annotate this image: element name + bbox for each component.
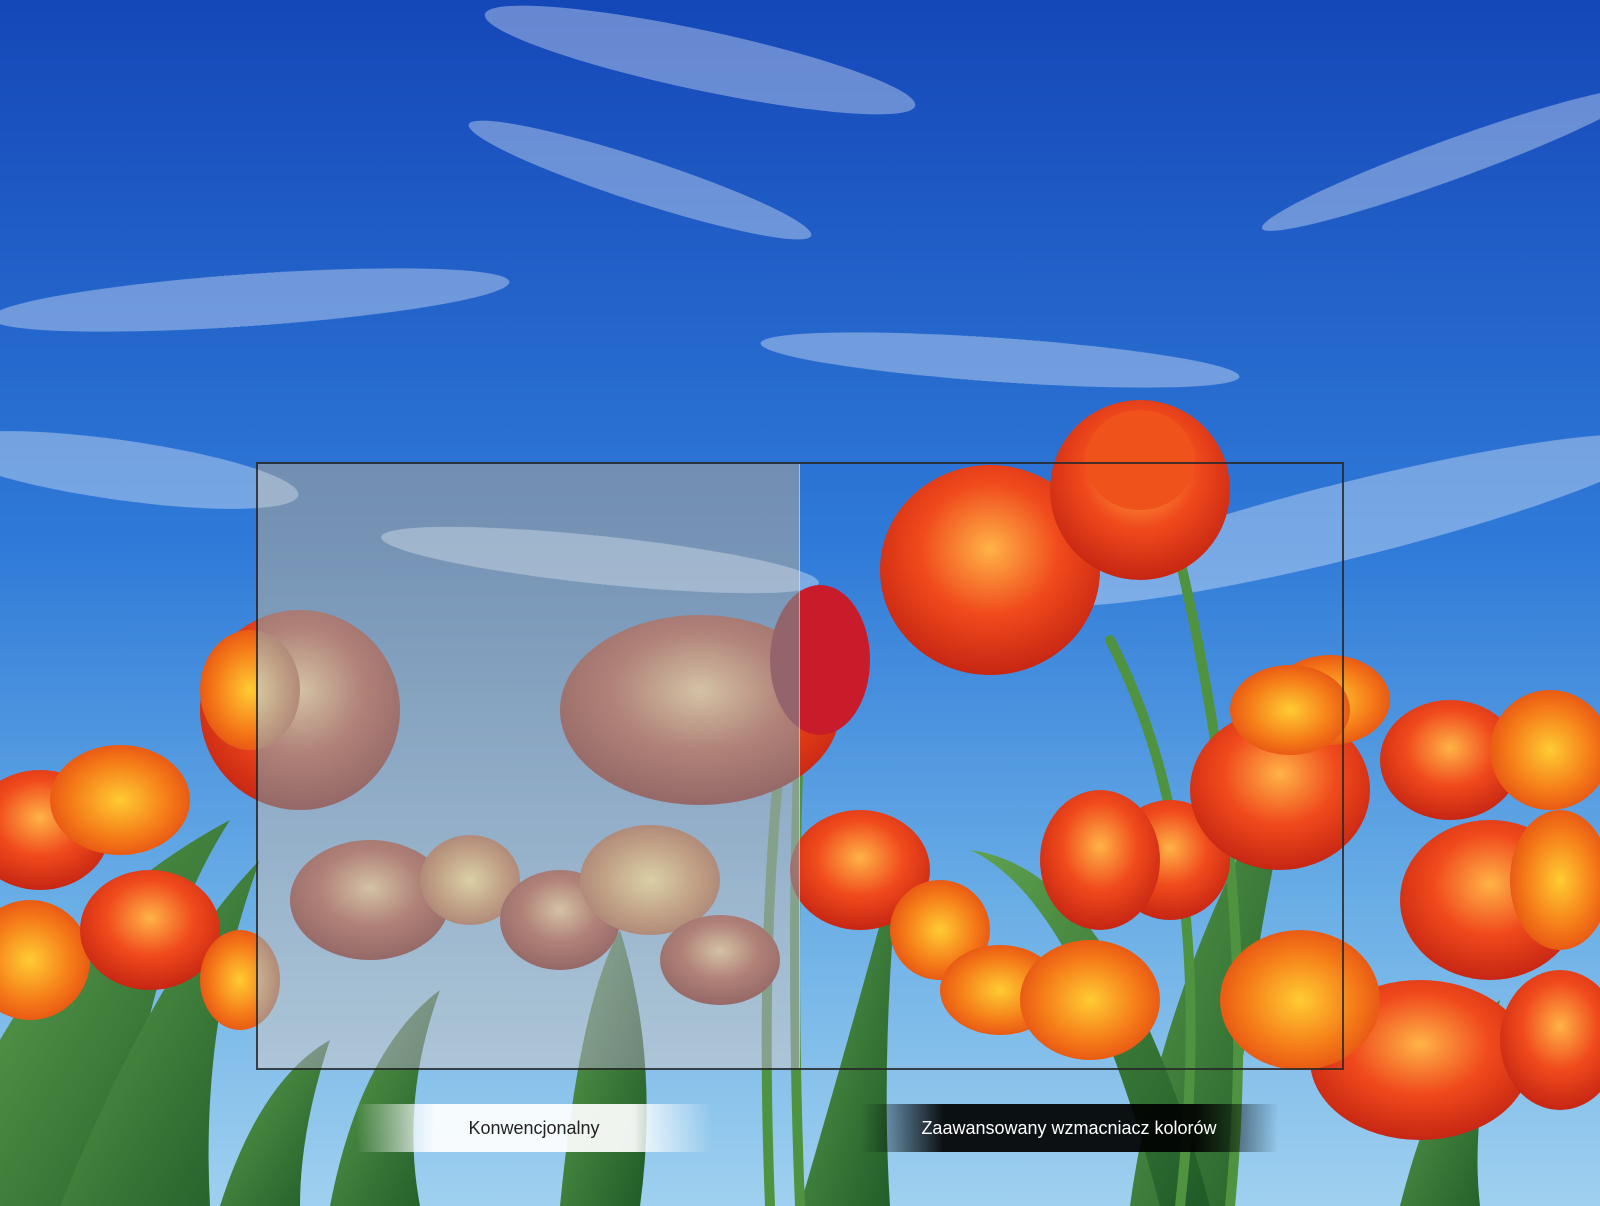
conventional-pane: [258, 464, 800, 1068]
enhanced-color-label: Zaawansowany wzmacniacz kolorów: [860, 1104, 1278, 1152]
comparison-scene: Konwencjonalny Zaawansowany wzmacniacz k…: [0, 0, 1600, 1206]
tulip-field-photo: [0, 0, 1600, 1206]
conventional-label: Konwencjonalny: [356, 1104, 712, 1152]
